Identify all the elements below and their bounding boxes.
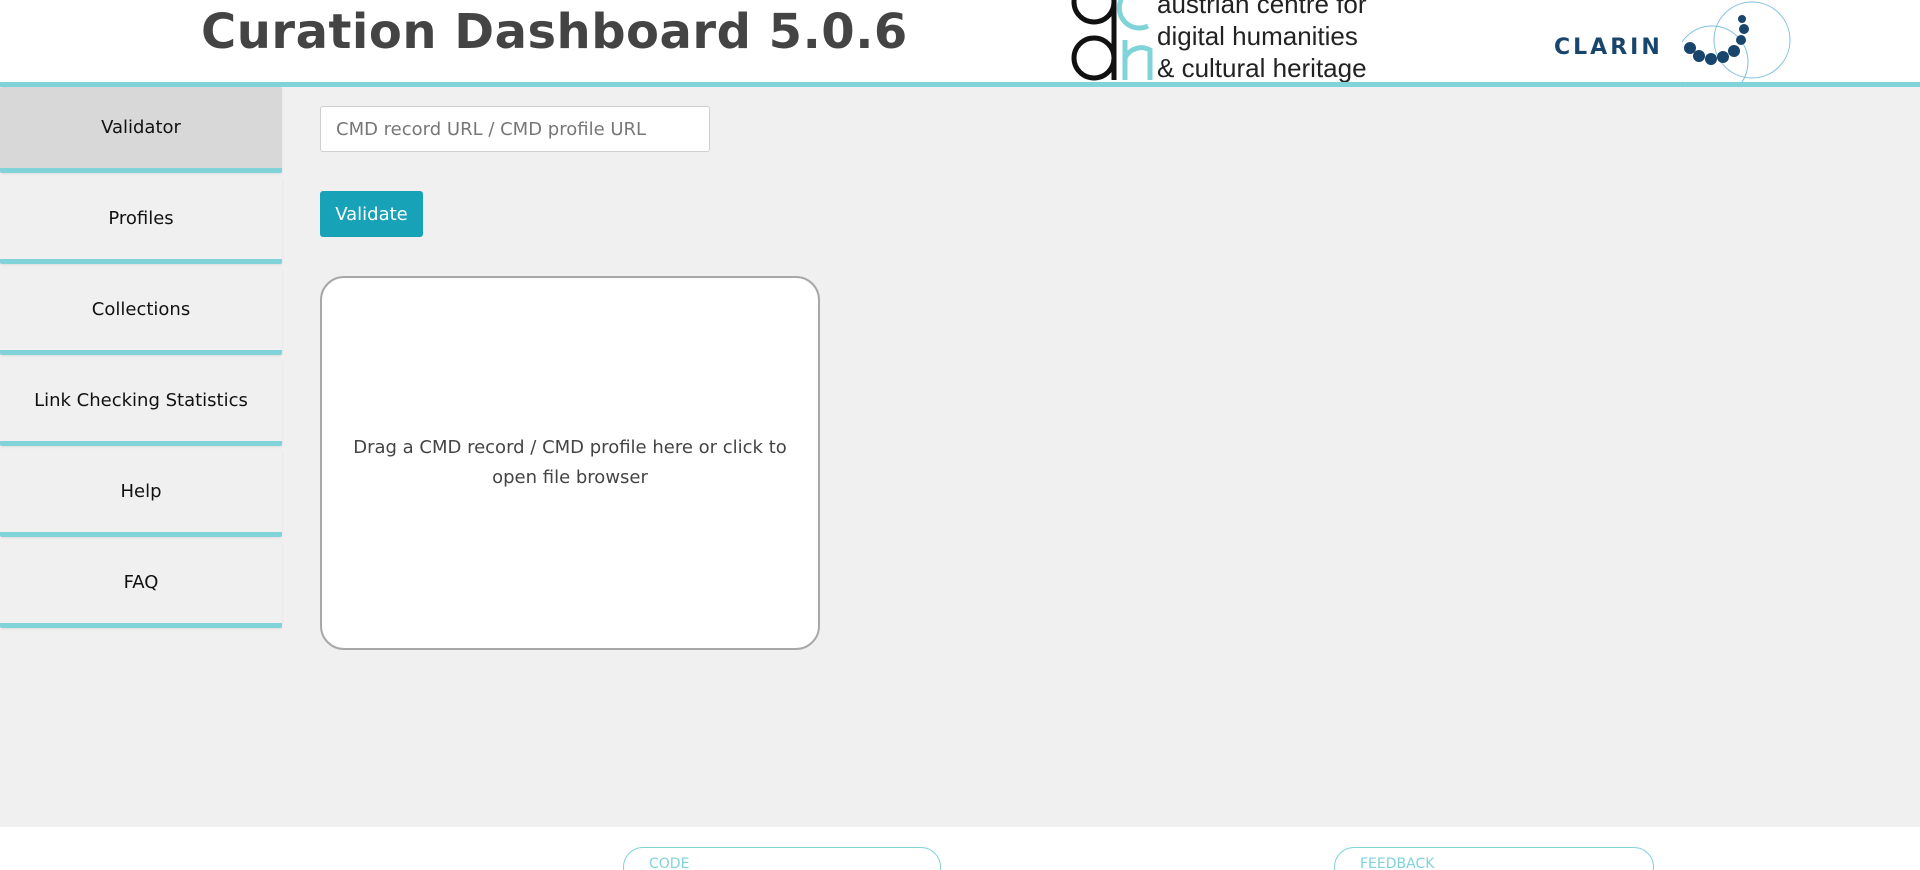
cmd-url-input[interactable] xyxy=(320,106,710,152)
acdh-logo-line: digital humanities xyxy=(1157,21,1358,51)
sidebar-item-faq[interactable]: FAQ xyxy=(0,542,282,628)
dropzone-text: Drag a CMD record / CMD profile here or … xyxy=(353,437,787,488)
header: Curation Dashboard 5.0.6 austrian centre… xyxy=(0,0,1920,87)
code-button[interactable]: CODE xyxy=(623,847,941,870)
sidebar-item-label: Collections xyxy=(91,299,191,320)
acdh-logo-text: austrian centre for digital humanities &… xyxy=(1157,0,1367,83)
acdh-logo: austrian centre for digital humanities &… xyxy=(1068,0,1388,82)
footer: CODE FEEDBACK xyxy=(0,827,1920,870)
acdh-mark-icon xyxy=(1071,0,1153,81)
feedback-button[interactable]: FEEDBACK xyxy=(1334,847,1654,870)
sidebar-item-label: Profiles xyxy=(108,208,174,229)
sidebar-item-validator[interactable]: Validator xyxy=(0,87,282,173)
clarin-logo-text: CLARIN xyxy=(1554,35,1663,60)
clarin-logo: CLARIN xyxy=(1552,0,1792,82)
sidebar-item-label: Validator xyxy=(101,117,181,138)
page-title: Curation Dashboard 5.0.6 xyxy=(201,4,908,60)
sidebar-nav: Validator Profiles Collections Link Chec… xyxy=(0,87,282,633)
sidebar-item-profiles[interactable]: Profiles xyxy=(0,178,282,264)
acdh-logo-line: austrian centre for xyxy=(1157,0,1367,19)
sidebar-item-link-checking-statistics[interactable]: Link Checking Statistics xyxy=(0,360,282,446)
sidebar-item-label: FAQ xyxy=(123,572,159,593)
sidebar-item-label: Link Checking Statistics xyxy=(34,390,248,411)
validate-button[interactable]: Validate xyxy=(320,191,423,237)
clarin-dots-icon xyxy=(1682,1,1791,82)
acdh-logo-line: & cultural heritage xyxy=(1157,53,1367,83)
sidebar-item-label: Help xyxy=(120,481,162,502)
sidebar-item-help[interactable]: Help xyxy=(0,451,282,537)
sidebar-item-collections[interactable]: Collections xyxy=(0,269,282,355)
file-dropzone[interactable]: Drag a CMD record / CMD profile here or … xyxy=(320,276,820,650)
